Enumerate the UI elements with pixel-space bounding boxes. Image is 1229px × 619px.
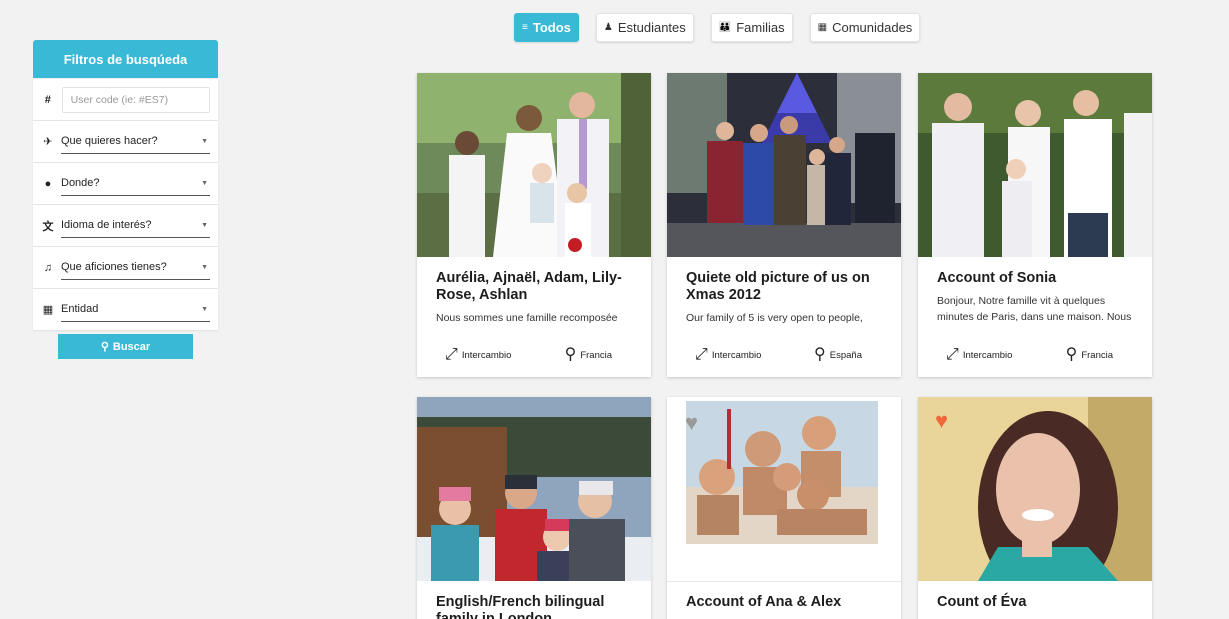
chevron-down-icon: ▼ xyxy=(201,305,208,313)
exchange-type: ⤢ Intercambio xyxy=(695,347,761,363)
filter-label: Que aficiones tienes? xyxy=(61,261,167,273)
card-title[interactable]: Account of Ana & Alex xyxy=(686,594,882,611)
filter-entidad[interactable]: ▦ Entidad ▼ xyxy=(33,289,218,330)
chevron-down-icon: ▼ xyxy=(201,221,208,229)
card-title[interactable]: Aurélia, Ajnaël, Adam, Lily-Rose, Ashlan xyxy=(436,270,632,304)
profile-photo[interactable] xyxy=(417,397,651,581)
search-button[interactable]: ⚲ Buscar xyxy=(58,334,193,359)
profile-photo[interactable] xyxy=(918,73,1152,257)
filter-idioma[interactable]: 文 Idioma de interés? ▼ xyxy=(33,205,218,246)
plane-icon: ✈ xyxy=(43,136,53,148)
family-photo-image xyxy=(417,397,651,581)
profile-photo[interactable] xyxy=(667,73,901,257)
card-title[interactable]: Count of Éva xyxy=(937,594,1133,611)
exchange-label: Intercambio xyxy=(962,349,1013,361)
location-label: España xyxy=(829,349,862,361)
card-footer: ⤢ Intercambio ⚲ Francia xyxy=(918,347,1152,363)
favorite-heart-icon[interactable]: ♥ xyxy=(935,410,948,432)
search-button-label: Buscar xyxy=(112,340,151,353)
exchange-label: Intercambio xyxy=(461,349,512,361)
language-icon: 文 xyxy=(42,220,54,233)
tab-label: Familias xyxy=(736,20,785,35)
profile-photo[interactable]: ♥ xyxy=(667,397,901,581)
exchange-type: ⤢ Intercambio xyxy=(445,347,511,363)
profile-card[interactable]: ♥ Count of Éva xyxy=(918,397,1152,619)
chevron-down-icon: ▼ xyxy=(201,179,208,187)
search-filters-panel: Filtros de busqúeda # ✈ Que quieres hace… xyxy=(33,40,218,359)
filter-select[interactable]: Que aficiones tienes? ▼ xyxy=(61,256,210,280)
tab-todos[interactable]: ≡ Todos xyxy=(514,13,579,42)
exchange-type: ⤢ Intercambio xyxy=(946,347,1012,363)
profile-photo[interactable] xyxy=(417,73,651,257)
filter-aficiones[interactable]: ♫ Que aficiones tienes? ▼ xyxy=(33,247,218,288)
filters-title: Filtros de busqúeda xyxy=(33,40,218,78)
profile-card[interactable]: Aurélia, Ajnaël, Adam, Lily-Rose, Ashlan… xyxy=(417,73,651,377)
filter-label: Entidad xyxy=(61,303,99,315)
card-title[interactable]: English/French bilingual family in Londo… xyxy=(436,594,632,619)
tab-label: Todos xyxy=(532,20,571,35)
exchange-arrows-icon: ⤢ xyxy=(946,346,959,363)
family-photo-image xyxy=(918,73,1152,257)
list-icon: ≡ xyxy=(522,22,528,33)
favorite-heart-icon[interactable]: ♥ xyxy=(685,412,698,434)
search-icon: ⚲ xyxy=(100,341,109,353)
chevron-down-icon: ▼ xyxy=(201,137,208,145)
building-icon: ▦ xyxy=(42,304,54,316)
location-label: Francia xyxy=(1081,349,1113,361)
card-description: Our family of 5 is very open to people, xyxy=(686,312,863,324)
group-icon: 👪 xyxy=(718,22,732,33)
card-description: Bonjour, Notre famille vit à quelques mi… xyxy=(937,295,1132,323)
tab-comunidades[interactable]: ▦ Comunidades xyxy=(809,13,921,42)
location-label: Francia xyxy=(580,349,612,361)
filter-select[interactable]: Donde? ▼ xyxy=(61,172,210,196)
location: ⚲ Francia xyxy=(1066,347,1113,363)
card-title[interactable]: Quiete old picture of us on Xmas 2012 xyxy=(686,270,882,304)
building-icon: ▦ xyxy=(817,22,828,33)
exchange-label: Intercambio xyxy=(711,349,762,361)
filter-donde[interactable]: ● Donde? ▼ xyxy=(33,163,218,204)
tab-familias[interactable]: 👪 Familias xyxy=(710,13,793,42)
filter-select[interactable]: Idioma de interés? ▼ xyxy=(61,214,210,238)
family-photo-image xyxy=(667,397,901,581)
exchange-arrows-icon: ⤢ xyxy=(445,346,458,363)
chevron-down-icon: ▼ xyxy=(201,263,208,271)
tab-label: Comunidades xyxy=(832,20,913,35)
user-code-input[interactable] xyxy=(61,86,210,113)
filter-label: Idioma de interés? xyxy=(61,219,152,231)
profile-card[interactable]: Quiete old picture of us on Xmas 2012 Ou… xyxy=(667,73,901,377)
location-pin-icon: ⚲ xyxy=(1065,346,1078,363)
filter-que-quieres-hacer[interactable]: ✈ Que quieres hacer? ▼ xyxy=(33,121,218,162)
filter-label: Que quieres hacer? xyxy=(61,135,158,147)
card-description: Nous sommes une famille recomposée xyxy=(436,312,618,324)
card-title[interactable]: Account of Sonia xyxy=(937,270,1133,287)
location: ⚲ Francia xyxy=(565,347,612,363)
profile-card[interactable]: English/French bilingual family in Londo… xyxy=(417,397,651,619)
hash-icon: # xyxy=(44,93,51,106)
location-pin-icon: ⚲ xyxy=(814,346,826,363)
tab-label: Estudiantes xyxy=(617,20,686,35)
filter-select[interactable]: Que quieres hacer? ▼ xyxy=(61,130,210,154)
card-footer: ⤢ Intercambio ⚲ Francia xyxy=(417,347,651,363)
tab-estudiantes[interactable]: ♟ Estudiantes xyxy=(595,13,694,42)
globe-icon: ● xyxy=(44,177,52,190)
xmas-photo-image xyxy=(667,73,901,257)
filter-select[interactable]: Entidad ▼ xyxy=(61,298,210,322)
location: ⚲ España xyxy=(814,347,862,363)
filter-label: Donde? xyxy=(61,177,100,189)
user-code-row: # xyxy=(33,79,218,120)
location-pin-icon: ⚲ xyxy=(564,346,577,363)
portrait-photo-image xyxy=(918,397,1152,581)
profile-card[interactable]: ♥ Account of Ana & Alex xyxy=(667,397,901,619)
family-photo-image xyxy=(417,73,651,257)
category-tabs: ≡ Todos ♟ Estudiantes 👪 Familias ▦ Comun… xyxy=(514,13,921,42)
card-footer: ⤢ Intercambio ⚲ España xyxy=(667,347,901,363)
music-icon: ♫ xyxy=(43,261,53,274)
exchange-arrows-icon: ⤢ xyxy=(695,346,708,363)
profile-card[interactable]: Account of Sonia Bonjour, Notre famille … xyxy=(918,73,1152,377)
profile-photo[interactable]: ♥ xyxy=(918,397,1152,581)
person-icon: ♟ xyxy=(603,22,613,33)
